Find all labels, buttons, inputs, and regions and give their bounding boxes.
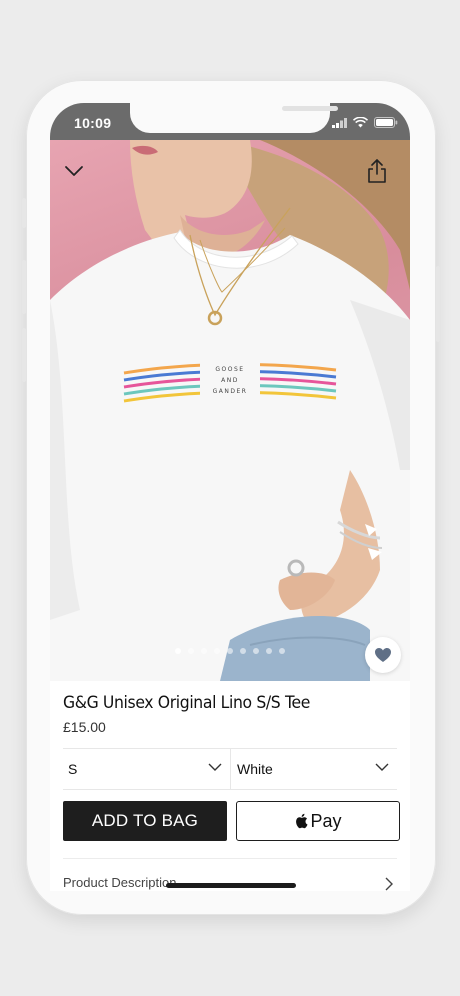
device-notch [130, 103, 338, 133]
wifi-icon [353, 117, 368, 128]
pagination-dot[interactable] [188, 648, 194, 654]
variant-selectors: S White [63, 748, 397, 790]
pagination-dot[interactable] [227, 648, 233, 654]
pagination-dot[interactable] [214, 648, 220, 654]
product-title: G&G Unisex Original Lino S/S Tee [63, 693, 310, 713]
pagination-dot[interactable] [201, 648, 207, 654]
print-text-2: AND [221, 377, 239, 384]
chevron-down-icon[interactable] [64, 165, 84, 177]
status-icons [332, 117, 398, 128]
status-bar: 10:09 [50, 103, 410, 140]
home-indicator[interactable] [166, 883, 296, 888]
pagination-dot[interactable] [279, 648, 285, 654]
app-screen: 10:09 GOOSE AND GANDER G&G Unisex Origin… [50, 103, 410, 891]
add-to-bag-button[interactable]: ADD TO BAG [63, 801, 227, 841]
device-volume-down [22, 328, 26, 382]
chevron-down-icon [208, 763, 222, 771]
device-volume-up [22, 260, 26, 314]
heart-icon [375, 648, 391, 662]
chevron-right-icon [385, 877, 393, 891]
device-power-button [436, 266, 440, 342]
pagination-dot[interactable] [175, 648, 181, 654]
colour-select[interactable]: White [231, 749, 397, 789]
speaker-grille [282, 106, 338, 111]
pagination-dot[interactable] [266, 648, 272, 654]
print-text-3: GANDER [213, 388, 248, 395]
favourite-button[interactable] [365, 637, 401, 673]
status-time: 10:09 [74, 115, 112, 131]
size-value: S [68, 761, 78, 777]
battery-icon [374, 117, 398, 128]
apple-logo-icon [296, 813, 308, 829]
product-price: £15.00 [63, 719, 106, 735]
product-image-gallery[interactable]: GOOSE AND GANDER [50, 140, 410, 681]
print-text-1: GOOSE [215, 366, 244, 373]
gallery-pagination [50, 648, 410, 654]
colour-value: White [237, 761, 273, 777]
pagination-dot[interactable] [253, 648, 259, 654]
share-icon[interactable] [366, 158, 388, 184]
size-select[interactable]: S [63, 749, 231, 789]
signal-icon [332, 117, 347, 128]
device-mute-switch [22, 198, 26, 228]
apple-pay-label: Pay [310, 810, 342, 831]
pagination-dot[interactable] [240, 648, 246, 654]
apple-pay-button[interactable]: Pay [236, 801, 400, 841]
product-description-label: Product Description [63, 875, 177, 890]
product-photo: GOOSE AND GANDER [50, 140, 410, 681]
chevron-down-icon [375, 763, 389, 771]
